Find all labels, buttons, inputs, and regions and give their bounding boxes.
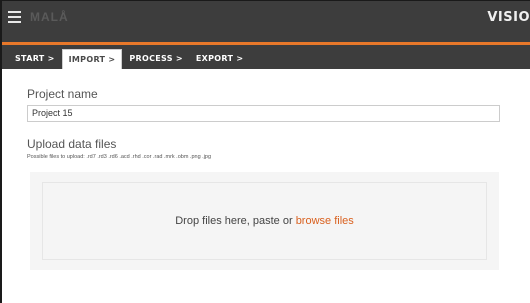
- upload-files-label: Upload data files: [27, 137, 117, 151]
- project-name-label: Project name: [27, 87, 98, 101]
- top-bar: MALÅ VISIO: [2, 1, 530, 43]
- step-export[interactable]: EXPORT >: [190, 49, 249, 69]
- step-import[interactable]: IMPORT >: [61, 49, 123, 69]
- app-brand-title: VISIO: [487, 10, 530, 25]
- file-dropzone[interactable]: Drop files here, paste or browse files: [30, 172, 499, 270]
- browse-files-link[interactable]: browse files: [296, 215, 354, 227]
- app-window: MALÅ VISIO START > IMPORT > PROCESS > EX…: [0, 0, 530, 303]
- dropzone-inner-border: Drop files here, paste or browse files: [42, 182, 487, 260]
- dropzone-instruction: Drop files here, paste or: [175, 215, 296, 227]
- mala-logo: MALÅ: [30, 10, 69, 24]
- step-process[interactable]: PROCESS >: [123, 49, 189, 69]
- upload-hint-text: Possible files to upload: .rd7 .rd3 .rd6…: [27, 154, 212, 160]
- project-name-input[interactable]: Project 15: [27, 105, 500, 122]
- step-navigation: START > IMPORT > PROCESS > EXPORT >: [2, 45, 530, 69]
- hamburger-icon[interactable]: [8, 11, 21, 23]
- dropzone-text: Drop files here, paste or browse files: [175, 215, 354, 227]
- step-start[interactable]: START >: [9, 49, 61, 69]
